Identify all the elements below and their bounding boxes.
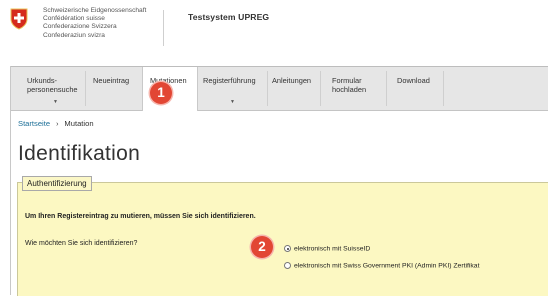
nav-divider [267,71,268,106]
nav-item-label: personensuche [27,85,78,94]
authentication-panel [17,182,548,296]
annotation-badge-1: 1 [150,82,172,104]
nav-item-registerfuehrung[interactable]: Registerführung ▼ [203,67,265,110]
breadcrumb-separator-icon: › [56,121,59,128]
confederation-line: Confederaziun svizra [43,31,105,39]
nav-item-urkundspersonensuche[interactable]: Urkunds- personensuche ▼ [27,67,82,110]
site-header: Schweizerische Eidgenossenschaft Confédé… [0,0,548,66]
chevron-down-icon[interactable]: ▼ [230,98,235,107]
option-admin-pki[interactable]: elektronisch mit Swiss Government PKI (A… [284,262,479,269]
breadcrumb-current: Mutation [64,119,94,128]
option-label: elektronisch mit Swiss Government PKI (A… [294,262,480,270]
authentication-intro: Um Ihren Registereintrag zu mutieren, mü… [25,213,256,220]
confederation-line: Confederazione Svizzera [43,23,117,31]
nav-item-label: Formular [332,76,362,85]
nav-divider [85,71,86,106]
nav-item-label: Registerführung [203,76,256,85]
annotation-badge-2: 2 [251,236,273,258]
breadcrumb-home-link[interactable]: Startseite [18,119,50,128]
confederation-line: Schweizerische Eidgenossenschaft [43,7,147,14]
nav-item-label: Urkunds- [27,76,57,85]
page-title: Identifikation [18,142,141,165]
option-suisseid[interactable]: elektronisch mit SuisseID [284,245,370,252]
option-label: elektronisch mit SuisseID [294,245,371,253]
swiss-crest-icon [10,8,28,30]
system-title: Testsystem UPREG [188,12,270,22]
nav-item-anleitungen[interactable]: Anleitungen [272,67,318,110]
chevron-down-icon[interactable]: ▼ [53,98,58,107]
radio-suisseid[interactable] [284,245,291,252]
nav-divider [320,71,321,106]
nav-divider [443,71,444,106]
nav-item-label: Anleitungen [272,76,312,85]
confederation-line: Confédération suisse [43,15,105,23]
radio-admin-pki[interactable] [284,262,291,269]
nav-item-label: Download [397,76,430,85]
nav-item-label: hochladen [332,85,367,94]
confederation-name: Schweizerische Eidgenossenschaft Confédé… [43,7,146,40]
main-nav: Urkunds- personensuche ▼ Neueintrag Muta… [10,66,548,111]
breadcrumb: Startseite › Mutation [18,119,94,128]
nav-item-download[interactable]: Download [397,67,439,110]
authentication-legend: Authentifizierung [22,176,92,191]
header-divider [163,10,164,46]
nav-item-formular-hochladen[interactable]: Formular hochladen [332,67,378,110]
content-border [10,66,11,295]
identification-question: Wie möchten Sie sich identifizieren? [25,240,138,247]
nav-divider [386,71,387,106]
nav-item-neueintrag[interactable]: Neueintrag [93,67,143,110]
nav-item-label: Neueintrag [93,76,130,85]
